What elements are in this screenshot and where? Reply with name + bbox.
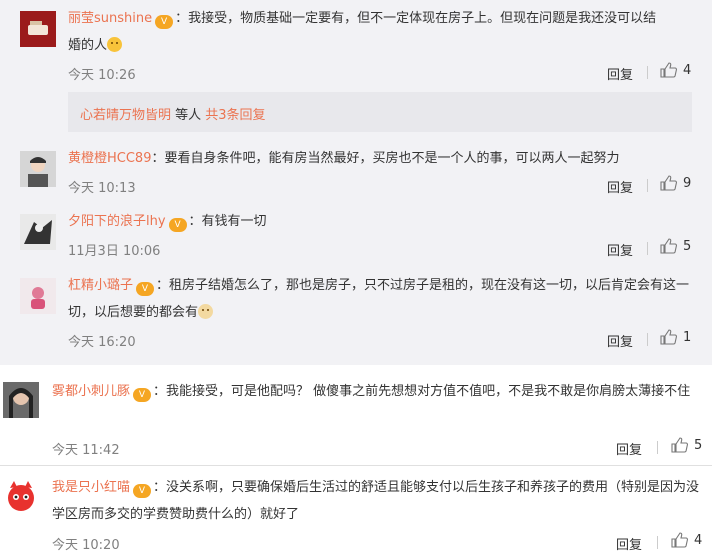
comment-text: 雾都小刺儿豚 V ：我能接受，可是他配吗？ 做傻事之前先想想对方值不值吧，不是我不敢… [52, 378, 712, 405]
like-count: 1 [683, 329, 692, 345]
reply-button[interactable]: 回复 [607, 177, 633, 196]
timestamp: 11月3日 10:06 [68, 244, 161, 259]
divider [647, 66, 648, 79]
user-name-link[interactable]: 雾都小刺儿豚 [52, 384, 130, 399]
like-count: 4 [683, 62, 692, 78]
vip-badge-icon: V [136, 282, 155, 296]
vip-badge-icon: V [133, 388, 152, 402]
laugh-cry-emoji-icon [107, 37, 123, 52]
reply-button[interactable]: 回复 [616, 534, 642, 553]
reply-button[interactable]: 回复 [607, 64, 633, 83]
divider [657, 441, 658, 454]
like-button[interactable]: 5 [660, 238, 691, 254]
user-name-link[interactable]: 黄橙橙HCC89 [68, 151, 151, 166]
reply-summary-middle: 等人 [171, 108, 206, 123]
timestamp: 今天 16:20 [68, 335, 136, 350]
avatar[interactable] [20, 151, 56, 187]
divider [647, 333, 648, 346]
avatar[interactable] [3, 382, 39, 418]
doge-emoji-icon [198, 304, 214, 319]
avatar[interactable] [20, 214, 56, 250]
user-name-link[interactable]: 丽莹sunshine [68, 11, 152, 26]
timestamp: 今天 10:13 [68, 181, 136, 196]
divider [647, 179, 648, 192]
comment-text: 黄橙橙HCC89：要看自身条件吧，能有房当然最好，买房也不是一个人的事，可以两人… [68, 145, 708, 172]
like-button[interactable]: 5 [671, 437, 702, 453]
view-replies-link[interactable]: 共3条回复 [205, 108, 265, 123]
divider [647, 242, 648, 255]
like-button[interactable]: 4 [671, 532, 702, 548]
divider [657, 536, 658, 549]
avatar[interactable] [20, 11, 56, 47]
like-button[interactable]: 4 [660, 62, 691, 78]
reply-summary-line: 心若晴万物皆明 等人 共3条回复 [80, 104, 266, 123]
comment-body: ：租房子结婚怎么了，那也是房子，只不过房子是租的，现在没有这一切，以后肯定会有这… [68, 278, 690, 320]
thumbs-up-icon [671, 437, 688, 453]
thumbs-up-icon [660, 175, 677, 191]
thumbs-up-icon [660, 329, 677, 345]
reply-summary[interactable]: 心若晴万物皆明 等人 共3条回复 [68, 92, 692, 132]
vip-badge-icon: V [155, 15, 174, 29]
thumbs-up-icon [671, 532, 688, 548]
avatar[interactable] [3, 478, 39, 514]
like-button[interactable]: 1 [660, 329, 691, 345]
timestamp: 今天 10:20 [52, 538, 120, 553]
user-name-link[interactable]: 夕阳下的浪子lhy [68, 214, 166, 229]
comment-body: ：我能接受，可是他配吗？ 做傻事之前先想想对方值不值吧，不是我不敢是你肩膀太薄接… [153, 384, 691, 399]
comment-body: ：要看自身条件吧，能有房当然最好，买房也不是一个人的事，可以两人一起努力 [151, 151, 620, 166]
reply-button[interactable]: 回复 [616, 439, 642, 458]
reply-button[interactable]: 回复 [607, 331, 633, 350]
user-name-link[interactable]: 杠精小璐子 [68, 278, 133, 293]
comment-text: 丽莹sunshine V ：我接受，物质基础一定要有，但不一定体现在房子上。但现在问… [68, 5, 668, 59]
comment-body: ：有钱有一切 [188, 214, 267, 229]
timestamp: 今天 11:42 [52, 443, 120, 458]
comment-text: 杠精小璐子 V ：租房子结婚怎么了，那也是房子，只不过房子是租的，现在没有这一切，以… [68, 272, 693, 326]
reply-button[interactable]: 回复 [607, 240, 633, 259]
like-button[interactable]: 9 [660, 175, 691, 191]
vip-badge-icon: V [168, 218, 187, 232]
comment-separator [0, 465, 712, 466]
comment-text: 我是只小红喵 V ：没关系啊，只要确保婚后生活过的舒适且能够支付以后生孩子和养孩子的… [52, 474, 712, 528]
comment-text: 夕阳下的浪子lhy V ：有钱有一切 [68, 208, 668, 235]
like-count: 9 [683, 175, 692, 191]
vip-badge-icon: V [133, 484, 152, 498]
like-count: 5 [694, 437, 703, 453]
thumbs-up-icon [660, 238, 677, 254]
avatar[interactable] [20, 278, 56, 314]
timestamp: 今天 10:26 [68, 68, 136, 83]
thumbs-up-icon [660, 62, 677, 78]
reply-users-link[interactable]: 心若晴万物皆明 [80, 108, 171, 123]
like-count: 4 [694, 532, 703, 548]
like-count: 5 [683, 238, 692, 254]
user-name-link[interactable]: 我是只小红喵 [52, 480, 130, 495]
